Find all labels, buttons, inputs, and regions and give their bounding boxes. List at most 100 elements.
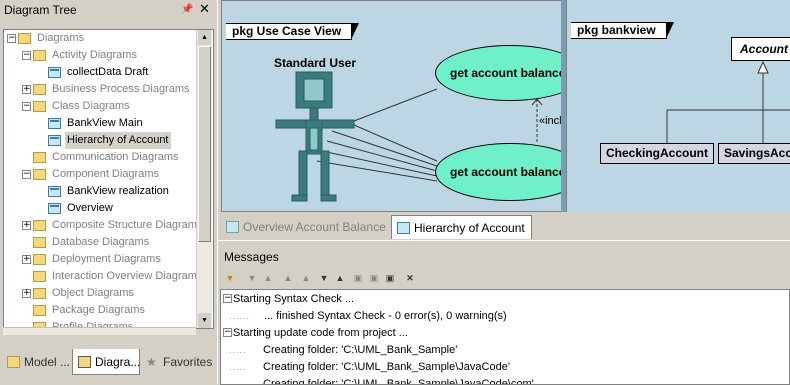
prev-icon[interactable]: ▲ xyxy=(299,271,313,285)
use-case-diagram-icon xyxy=(226,221,239,233)
diagram-tree-panel: Diagram Tree 📌 ✕ − Diagrams − Activity Diag… xyxy=(0,0,217,384)
diagram-tabs: Overview Account Balance Hierarchy of Ac… xyxy=(221,213,790,239)
folder-icon xyxy=(33,220,46,231)
tree-item-label: BankView realization xyxy=(67,185,169,197)
tree-item[interactable]: BankView realization xyxy=(4,183,204,200)
class-diagram-icon xyxy=(397,222,410,234)
tree-item-label: Class Diagrams xyxy=(52,100,130,112)
tree-item-label: Object Diagrams xyxy=(52,287,134,299)
folder-icon xyxy=(33,101,46,112)
message-row[interactable]: ..... Creating folder: 'C:\UML_Bank_Sampl… xyxy=(221,342,781,358)
tree-item[interactable]: Interaction Overview Diagrams xyxy=(4,268,204,285)
tree-item[interactable]: BankView Main xyxy=(4,115,204,132)
class-box[interactable]: CheckingAccount xyxy=(600,143,715,164)
message-text: Starting Syntax Check ... xyxy=(233,293,355,305)
tree-vertical-scrollbar[interactable]: ▲ ▼ xyxy=(196,30,212,328)
save-icon[interactable]: ▣ xyxy=(383,271,397,285)
tree-item[interactable]: − Activity Diagrams xyxy=(4,47,204,64)
close-icon[interactable]: ✕ xyxy=(199,1,210,17)
diagram-icon xyxy=(48,203,61,214)
tree-item-label: Hierarchy of Account xyxy=(65,132,171,149)
folder-icon xyxy=(33,237,46,248)
folder-icon xyxy=(18,33,31,44)
expand-icon[interactable]: + xyxy=(22,221,31,230)
collapse-icon[interactable]: − xyxy=(22,102,31,111)
next-icon[interactable]: ▼ xyxy=(317,271,331,285)
tab-label: Overview Account Balance xyxy=(243,220,386,234)
collapse-icon[interactable]: − xyxy=(223,294,232,303)
messages-list: − Starting Syntax Check ............ fini… xyxy=(220,289,790,385)
tree-item-label: Database Diagrams xyxy=(52,236,150,248)
tree-item[interactable]: collectData Draft xyxy=(4,64,204,81)
tree-item[interactable]: − Component Diagrams xyxy=(4,166,204,183)
tree-item[interactable]: Package Diagrams xyxy=(4,302,204,319)
expand-icon[interactable]: + xyxy=(22,289,31,298)
message-row[interactable]: − Starting Syntax Check ... xyxy=(221,291,781,307)
tree-item[interactable]: Overview xyxy=(4,200,204,217)
collapse-icon[interactable]: − xyxy=(22,51,31,60)
tree-item[interactable]: − Class Diagrams xyxy=(4,98,204,115)
tree-horizontal-scrollbar[interactable] xyxy=(3,327,196,335)
tab-diagram-tree[interactable]: Diagra... xyxy=(72,349,140,375)
filter-icon[interactable]: ▼ xyxy=(223,271,237,285)
class-diagram-canvas[interactable]: pkg bankview Account CheckingAccount Sav… xyxy=(566,0,790,212)
scroll-thumb[interactable] xyxy=(198,46,211,242)
scroll-up-icon[interactable]: ▲ xyxy=(198,30,211,45)
tree-item-label: BankView Main xyxy=(67,117,143,129)
expand-icon[interactable]: + xyxy=(22,255,31,264)
abstract-class-box[interactable]: Account xyxy=(731,37,790,61)
folder-icon xyxy=(33,84,46,95)
pin-icon[interactable]: 📌 xyxy=(181,4,193,15)
collapse-icon[interactable]: − xyxy=(22,170,31,179)
actor-figure xyxy=(275,71,355,202)
tab-hierarchy-of-account[interactable]: Hierarchy of Account xyxy=(391,215,532,239)
tree-item-label: Activity Diagrams xyxy=(52,49,137,61)
up-arrow-icon[interactable]: ▲ xyxy=(261,271,275,285)
clear-icon[interactable]: ✕ xyxy=(403,271,417,285)
down-arrow-icon[interactable]: ▼ xyxy=(245,271,259,285)
tab-favorites[interactable]: ★ Favorites xyxy=(141,349,216,375)
scroll-down-icon[interactable]: ▼ xyxy=(198,313,211,328)
model-tree-icon xyxy=(7,356,20,368)
tree-item[interactable]: Communication Diagrams xyxy=(4,149,204,166)
diagram-icon xyxy=(48,186,61,197)
tab-model-tree[interactable]: Model ... xyxy=(2,349,74,375)
diagram-icon xyxy=(48,135,61,146)
folder-icon xyxy=(33,271,46,282)
copy-all-icon[interactable]: ▣ xyxy=(367,271,381,285)
class-box[interactable]: SavingsAccount xyxy=(718,143,790,164)
favorites-icon: ★ xyxy=(146,355,157,369)
tree-item-label: Deployment Diagrams xyxy=(52,253,161,265)
tree-item[interactable]: + Object Diagrams xyxy=(4,285,204,302)
messages-title: Messages xyxy=(224,250,279,264)
folder-icon xyxy=(33,169,46,180)
tree-item[interactable]: + Deployment Diagrams xyxy=(4,251,204,268)
collapse-icon[interactable]: − xyxy=(223,328,232,337)
collapse-icon[interactable]: − xyxy=(7,34,16,43)
tab-label: Model ... xyxy=(24,355,71,369)
message-text: Starting update code from project ... xyxy=(233,327,408,339)
folder-icon xyxy=(33,254,46,265)
tree-item[interactable]: + Composite Structure Diagrams xyxy=(4,217,204,234)
tree-item[interactable]: − Diagrams xyxy=(4,30,204,47)
message-row[interactable]: ..... Creating folder: 'C:\UML_Bank_Sampl… xyxy=(221,359,781,375)
tree-item-label: collectData Draft xyxy=(67,66,149,78)
left-panel-tabs: Model ... Diagra... ★ Favorites xyxy=(0,348,217,384)
tab-label: Favorites xyxy=(163,355,213,369)
expand-icon[interactable]: + xyxy=(22,85,31,94)
tab-label: Hierarchy of Account xyxy=(414,221,525,235)
tree-item[interactable]: Hierarchy of Account xyxy=(4,132,204,149)
use-case-diagram-canvas[interactable]: pkg Use Case View Standard User get acco… xyxy=(221,0,564,212)
last-icon[interactable]: ▲ xyxy=(333,271,347,285)
messages-toolbar: ▼ ▼ ▲ ▲ ▲ ▼ ▲ ▣ ▣ ▣ ✕ xyxy=(221,271,421,288)
first-icon[interactable]: ▲ xyxy=(281,271,295,285)
copy-icon[interactable]: ▣ xyxy=(351,271,365,285)
folder-icon xyxy=(33,50,46,61)
tree-line: ...... xyxy=(229,311,251,321)
tree-item[interactable]: Database Diagrams xyxy=(4,234,204,251)
diagram-tree-icon xyxy=(78,356,91,368)
message-row[interactable]: ...... ... finished Syntax Check - 0 erro… xyxy=(221,308,781,324)
tab-overview-account-balance[interactable]: Overview Account Balance xyxy=(221,215,392,239)
message-row[interactable]: − Starting update code from project ... xyxy=(221,325,781,341)
tree-item[interactable]: + Business Process Diagrams xyxy=(4,81,204,98)
